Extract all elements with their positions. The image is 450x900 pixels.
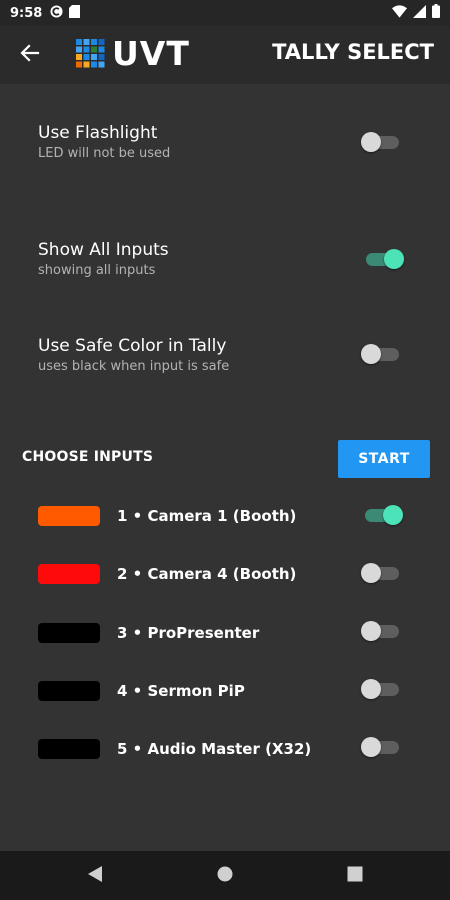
toggle-thumb [361, 132, 381, 152]
toggle-thumb [361, 344, 381, 364]
battery-icon [432, 4, 440, 22]
choose-inputs-header: CHOOSE INPUTS [22, 449, 154, 465]
setting-title: Show All Inputs [38, 240, 169, 260]
triangle-back-icon [87, 865, 103, 887]
toggle-thumb [361, 679, 381, 699]
app-bar: UVT TALLY SELECT [0, 26, 450, 84]
input-row: 1 • Camera 1 (Booth) [0, 496, 450, 536]
input-color-swatch [38, 681, 100, 701]
nav-back-button[interactable] [84, 865, 106, 887]
signal-icon [413, 4, 426, 22]
input-label: 1 • Camera 1 (Booth) [117, 507, 297, 525]
input-row: 3 • ProPresenter [0, 613, 450, 653]
input-toggle[interactable] [361, 620, 401, 642]
input-toggle[interactable] [361, 678, 401, 700]
wifi-icon [392, 4, 407, 22]
input-row: 2 • Camera 4 (Booth) [0, 554, 450, 594]
input-label: 4 • Sermon PiP [117, 682, 245, 700]
setting-subtitle: showing all inputs [38, 263, 156, 278]
toggle-thumb [383, 505, 403, 525]
flashlight-toggle[interactable] [361, 131, 401, 153]
square-recents-icon [347, 866, 363, 886]
page-title: TALLY SELECT [272, 40, 434, 64]
input-row: 4 • Sermon PiP [0, 671, 450, 711]
uvt-logo-icon [75, 38, 107, 70]
arrow-left-icon [20, 43, 40, 67]
input-row: 5 • Audio Master (X32) [0, 729, 450, 769]
sd-card-icon [69, 4, 81, 22]
input-toggle[interactable] [363, 504, 403, 526]
input-color-swatch [38, 623, 100, 643]
chrome-c-icon [50, 4, 63, 22]
start-button[interactable]: START [338, 440, 430, 478]
toggle-thumb [361, 621, 381, 641]
back-button[interactable] [14, 39, 46, 71]
nav-recents-button[interactable] [344, 865, 366, 887]
status-time: 9:58 [10, 5, 43, 21]
toggle-thumb [384, 249, 404, 269]
input-color-swatch [38, 739, 100, 759]
toggle-thumb [361, 737, 381, 757]
input-toggle[interactable] [361, 736, 401, 758]
input-color-swatch [38, 564, 100, 584]
nav-home-button[interactable] [214, 865, 236, 887]
input-color-swatch [38, 506, 100, 526]
input-label: 3 • ProPresenter [117, 624, 260, 642]
system-nav-bar [0, 851, 450, 900]
status-bar: 9:58 [0, 0, 450, 26]
setting-show-all-inputs: Show All Inputs showing all inputs [38, 240, 418, 278]
input-toggle[interactable] [361, 562, 401, 584]
circle-home-icon [217, 866, 233, 886]
toggle-thumb [361, 563, 381, 583]
input-label: 2 • Camera 4 (Booth) [117, 565, 297, 583]
safe-color-toggle[interactable] [361, 343, 401, 365]
brand-name: UVT [112, 34, 190, 73]
show-all-inputs-toggle[interactable] [364, 248, 404, 270]
input-label: 5 • Audio Master (X32) [117, 740, 312, 758]
